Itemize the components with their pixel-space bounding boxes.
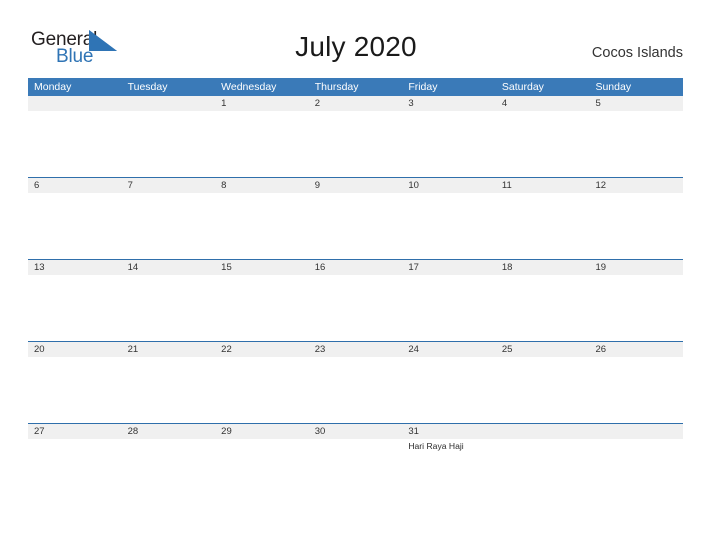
day-number-12[interactable]: 12	[589, 178, 683, 193]
event-band	[28, 111, 683, 177]
date-number-band: 27 28 29 30 31	[28, 423, 683, 439]
weekday-header-tuesday: Tuesday	[127, 81, 168, 93]
day-cell[interactable]	[496, 357, 590, 423]
day-number-28[interactable]: 28	[122, 424, 216, 439]
day-number-empty	[122, 96, 216, 111]
day-cell[interactable]	[215, 357, 309, 423]
day-cell[interactable]	[589, 111, 683, 177]
day-cell[interactable]	[309, 357, 403, 423]
date-number-band: 6 7 8 9 10 11 12	[28, 177, 683, 193]
day-cell[interactable]	[309, 275, 403, 341]
event-band: Hari Raya Haji	[28, 439, 683, 505]
weekday-header-saturday: Saturday	[501, 81, 544, 93]
day-number-18[interactable]: 18	[496, 260, 590, 275]
day-number-20[interactable]: 20	[28, 342, 122, 357]
day-number-19[interactable]: 19	[589, 260, 683, 275]
day-cell[interactable]	[496, 193, 590, 259]
calendar-week-row: 27 28 29 30 31 Hari Raya Haji	[28, 423, 683, 505]
date-number-band: 20 21 22 23 24 25 26	[28, 341, 683, 357]
day-number-23[interactable]: 23	[309, 342, 403, 357]
day-number-empty	[496, 424, 590, 439]
day-cell[interactable]	[309, 193, 403, 259]
date-number-band: 12345	[28, 96, 683, 111]
day-cell[interactable]	[309, 439, 403, 505]
date-number-band: 13 14 15 16 17 18 19	[28, 259, 683, 275]
day-number-empty	[589, 424, 683, 439]
day-cell[interactable]	[402, 111, 496, 177]
day-cell[interactable]	[402, 275, 496, 341]
day-cell[interactable]	[496, 439, 590, 505]
day-number-9[interactable]: 9	[309, 178, 403, 193]
day-cell[interactable]	[402, 193, 496, 259]
day-number-14[interactable]: 14	[122, 260, 216, 275]
calendar-week-row: 6 7 8 9 10 11 12	[28, 177, 683, 259]
calendar-week-row: 20 21 22 23 24 25 26	[28, 341, 683, 423]
day-number-13[interactable]: 13	[28, 260, 122, 275]
day-cell[interactable]	[496, 275, 590, 341]
weekday-header-sunday: Sunday	[595, 81, 632, 93]
weekday-header-thursday: Thursday	[314, 81, 359, 93]
location-label: Cocos Islands	[591, 45, 683, 61]
day-number-3[interactable]: 3	[402, 96, 496, 111]
day-cell[interactable]	[589, 439, 683, 505]
day-cell[interactable]	[28, 439, 122, 505]
day-cell[interactable]: Hari Raya Haji	[402, 439, 496, 505]
day-number-4[interactable]: 4	[496, 96, 590, 111]
day-cell[interactable]	[589, 357, 683, 423]
day-cell[interactable]	[496, 111, 590, 177]
calendar-grid: Monday Tuesday Wednesday Thursday Friday Satu…	[28, 78, 683, 505]
day-number-30[interactable]: 30	[309, 424, 403, 439]
day-number-26[interactable]: 26	[589, 342, 683, 357]
weekday-header-wednesday: Wednesday	[221, 81, 277, 93]
day-number-empty	[28, 96, 122, 111]
event-band	[28, 193, 683, 259]
day-number-10[interactable]: 10	[402, 178, 496, 193]
day-cell[interactable]	[28, 111, 122, 177]
day-cell[interactable]	[402, 357, 496, 423]
day-cell[interactable]	[215, 111, 309, 177]
calendar-week-row: 12345	[28, 96, 683, 177]
day-number-8[interactable]: 8	[215, 178, 309, 193]
day-cell[interactable]	[309, 111, 403, 177]
day-number-17[interactable]: 17	[402, 260, 496, 275]
day-cell[interactable]	[28, 357, 122, 423]
event-band	[28, 357, 683, 423]
weekday-header-friday: Friday	[408, 81, 438, 93]
day-number-2[interactable]: 2	[309, 96, 403, 111]
day-cell[interactable]	[122, 193, 216, 259]
day-number-1[interactable]: 1	[215, 96, 309, 111]
day-number-31[interactable]: 31	[402, 424, 496, 439]
day-cell[interactable]	[122, 357, 216, 423]
day-number-5[interactable]: 5	[589, 96, 683, 111]
day-number-24[interactable]: 24	[402, 342, 496, 357]
day-number-22[interactable]: 22	[215, 342, 309, 357]
page-header: General Blue July 2020 Cocos Islands	[0, 0, 712, 78]
event-band	[28, 275, 683, 341]
day-number-15[interactable]: 15	[215, 260, 309, 275]
weekday-header-row: Monday Tuesday Wednesday Thursday Friday Satu…	[28, 78, 683, 96]
weekday-header-monday: Monday	[34, 81, 72, 93]
day-number-27[interactable]: 27	[28, 424, 122, 439]
day-cell[interactable]	[28, 193, 122, 259]
day-number-21[interactable]: 21	[122, 342, 216, 357]
day-cell[interactable]	[589, 275, 683, 341]
day-number-29[interactable]: 29	[215, 424, 309, 439]
day-number-16[interactable]: 16	[309, 260, 403, 275]
day-number-11[interactable]: 11	[496, 178, 590, 193]
day-number-6[interactable]: 6	[28, 178, 122, 193]
day-cell[interactable]	[215, 193, 309, 259]
day-cell[interactable]	[122, 439, 216, 505]
day-cell[interactable]	[215, 439, 309, 505]
day-cell[interactable]	[215, 275, 309, 341]
day-cell[interactable]	[122, 275, 216, 341]
day-cell[interactable]	[28, 275, 122, 341]
holiday-label: Hari Raya Haji	[408, 441, 464, 451]
day-cell[interactable]	[589, 193, 683, 259]
calendar-weeks: 1 2 3 4 5 6 7 8 9 10 11 12 13 14 15 16 17 18 19 20 21 22 23 24 2…	[28, 96, 683, 505]
calendar-week-row: 13 14 15 16 17 18 19	[28, 259, 683, 341]
day-number-7[interactable]: 7	[122, 178, 216, 193]
day-cell[interactable]	[122, 111, 216, 177]
day-number-25[interactable]: 25	[496, 342, 590, 357]
